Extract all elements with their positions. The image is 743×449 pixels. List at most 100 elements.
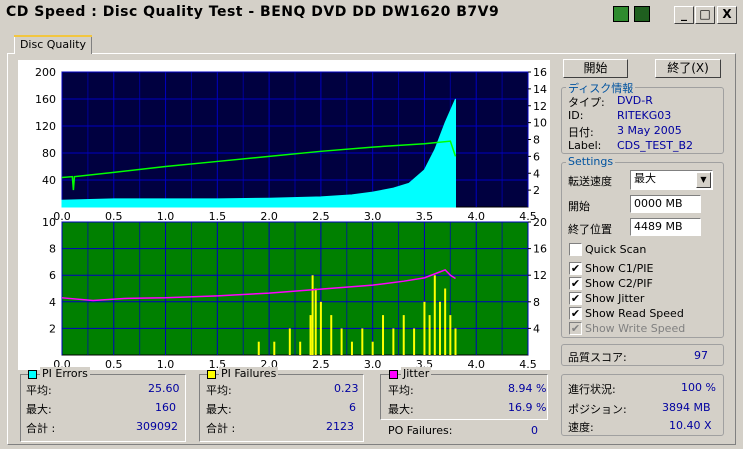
bottom-chart-x-tick-label: 3.0: [364, 358, 382, 370]
show-jitter-checkbox[interactable]: ✔: [569, 292, 582, 305]
top-chart-y-tick-label: 160: [35, 93, 56, 106]
po-failures-label: PO Failures:: [388, 424, 453, 437]
pi-failures-swatch: [207, 370, 216, 379]
stop-button[interactable]: 終了(X): [655, 59, 721, 78]
show-write-speed-label: Show Write Speed: [585, 322, 686, 335]
disc-date-label: 日付:: [568, 126, 594, 139]
pi-failures-max-value: 6: [349, 401, 356, 414]
speed-status-value: 10.40 X: [669, 419, 712, 432]
speed-label: 転送速度: [568, 175, 612, 188]
position-label: ポジション:: [568, 403, 627, 416]
top-chart-y-tick-label: 80: [42, 147, 56, 160]
pi-errors-swatch: [28, 370, 37, 379]
chevron-down-icon[interactable]: ▼: [696, 172, 711, 188]
top-chart-x-tick-label: 2.5: [312, 210, 330, 223]
bottom-chart-y2-tick-label: 8: [533, 296, 540, 309]
top-chart-x-tick-label: 4.0: [467, 210, 485, 223]
top-chart-y-tick-label: 200: [35, 66, 56, 79]
end-position-input[interactable]: 4489 MB: [630, 218, 701, 236]
po-failures-value: 0: [531, 424, 538, 437]
bottom-chart-y2-tick-label: 12: [533, 269, 547, 282]
top-chart-y2-tick-label: 4: [533, 167, 540, 180]
bottom-chart-y-tick-label: 10: [42, 216, 56, 229]
show-read-speed-label: Show Read Speed: [585, 307, 684, 320]
progress-value: 100 %: [681, 381, 716, 394]
disc-label-value: CDS_TEST_B2: [617, 139, 694, 152]
close-button[interactable]: X: [717, 6, 737, 24]
disc-label-label: Label:: [568, 139, 602, 152]
save-icon[interactable]: [634, 6, 650, 22]
window-title: CD Speed : Disc Quality Test - BENQ DVD …: [6, 4, 500, 20]
show-pif-label: Show C2/PIF: [585, 277, 653, 290]
tab-highlight: [14, 35, 92, 37]
pi-failures-legend: PI Failures: [219, 367, 279, 380]
jitter-max-value: 16.9 %: [508, 401, 547, 414]
start-position-input[interactable]: 0000 MB: [630, 195, 701, 213]
bottom-chart-x-tick-label: 4.0: [467, 358, 485, 370]
top-chart-y2-tick-label: 12: [533, 100, 547, 113]
bottom-chart-y2-tick-label: 4: [533, 322, 540, 335]
speed-select-value: 最大: [634, 172, 656, 185]
bottom-chart-y2-tick-label: 20: [533, 216, 547, 229]
pi-errors-max-label: 最大:: [26, 403, 52, 416]
top-chart-x-tick-label: 0.5: [105, 210, 123, 223]
minimize-button[interactable]: _: [674, 6, 694, 24]
show-pie-checkbox[interactable]: ✔: [569, 262, 582, 275]
jitter-max-label: 最大:: [388, 403, 414, 416]
pi-failures-max-label: 最大:: [206, 403, 232, 416]
pi-failures-avg-label: 平均:: [206, 384, 232, 397]
speed-select[interactable]: 最大 ▼: [630, 170, 713, 190]
jitter-avg-value: 8.94 %: [508, 382, 547, 395]
show-write-speed-checkbox: ✔: [569, 322, 582, 335]
pi-errors-max-value: 160: [155, 401, 176, 414]
bottom-chart-y-tick-label: 4: [49, 296, 56, 309]
pi-failures-total-value: 2123: [326, 420, 354, 433]
show-pif-checkbox[interactable]: ✔: [569, 277, 582, 290]
bottom-chart-y-tick-label: 2: [49, 322, 56, 335]
quality-score-value: 97: [694, 349, 708, 362]
top-chart-x-tick-label: 3.0: [364, 210, 382, 223]
pi-errors-legend: PI Errors: [40, 367, 90, 380]
top-chart-y2-tick-label: 6: [533, 150, 540, 163]
settings-legend: Settings: [566, 155, 616, 168]
quick-scan-checkbox[interactable]: [569, 243, 582, 256]
pi-errors-total-label: 合計 :: [26, 422, 56, 435]
top-chart-y2-tick-label: 2: [533, 184, 540, 197]
pi-errors-avg-label: 平均:: [26, 384, 52, 397]
copy-icon[interactable]: [613, 6, 629, 22]
disc-date-value: 3 May 2005: [617, 124, 682, 137]
show-read-speed-checkbox[interactable]: ✔: [569, 307, 582, 320]
position-value: 3894 MB: [662, 401, 711, 414]
disc-quality-chart: 0.0 0.5 1.0 1.5 2.0 2.5 3.0 3.5 4.0 4.54080120160…: [18, 60, 550, 370]
jitter-legend: Jitter: [401, 367, 432, 380]
top-chart-x-tick-label: 2.0: [260, 210, 278, 223]
show-pie-label: Show C1/PIE: [585, 262, 654, 275]
disc-type-value: DVD-R: [617, 94, 653, 107]
top-chart-x-tick-label: 3.5: [416, 210, 434, 223]
disc-id-value: RITEKG03: [617, 109, 672, 122]
top-chart-y-tick-label: 40: [42, 174, 56, 187]
top-chart-y2-tick-label: 16: [533, 66, 547, 79]
maximize-button[interactable]: □: [695, 6, 715, 24]
bottom-chart-x-tick-label: 1.0: [157, 358, 175, 370]
start-position-label: 開始: [568, 200, 590, 213]
pi-failures-total-label: 合計 :: [206, 422, 236, 435]
start-button[interactable]: 開始: [563, 59, 628, 78]
bottom-chart-x-tick-label: 4.5: [519, 358, 537, 370]
disc-type-label: タイプ:: [568, 96, 605, 109]
speed-status-label: 速度:: [568, 421, 594, 434]
bottom-chart-y-tick-label: 6: [49, 269, 56, 282]
pi-errors-total-value: 309092: [136, 420, 178, 433]
show-jitter-label: Show Jitter: [585, 292, 645, 305]
bottom-chart-x-tick-label: 0.5: [105, 358, 123, 370]
top-chart-x-tick-label: 1.0: [157, 210, 175, 223]
bottom-chart-y-tick-label: 8: [49, 243, 56, 256]
title-bar: CD Speed : Disc Quality Test - BENQ DVD …: [0, 0, 743, 30]
disc-id-label: ID:: [568, 109, 584, 122]
jitter-swatch: [389, 370, 398, 379]
tab-disc-quality[interactable]: Disc Quality: [14, 35, 92, 54]
end-position-label: 終了位置: [568, 223, 612, 236]
quality-score-label: 品質スコア:: [568, 351, 627, 364]
pi-failures-avg-value: 0.23: [334, 382, 359, 395]
bottom-chart-x-tick-label: 2.5: [312, 358, 330, 370]
